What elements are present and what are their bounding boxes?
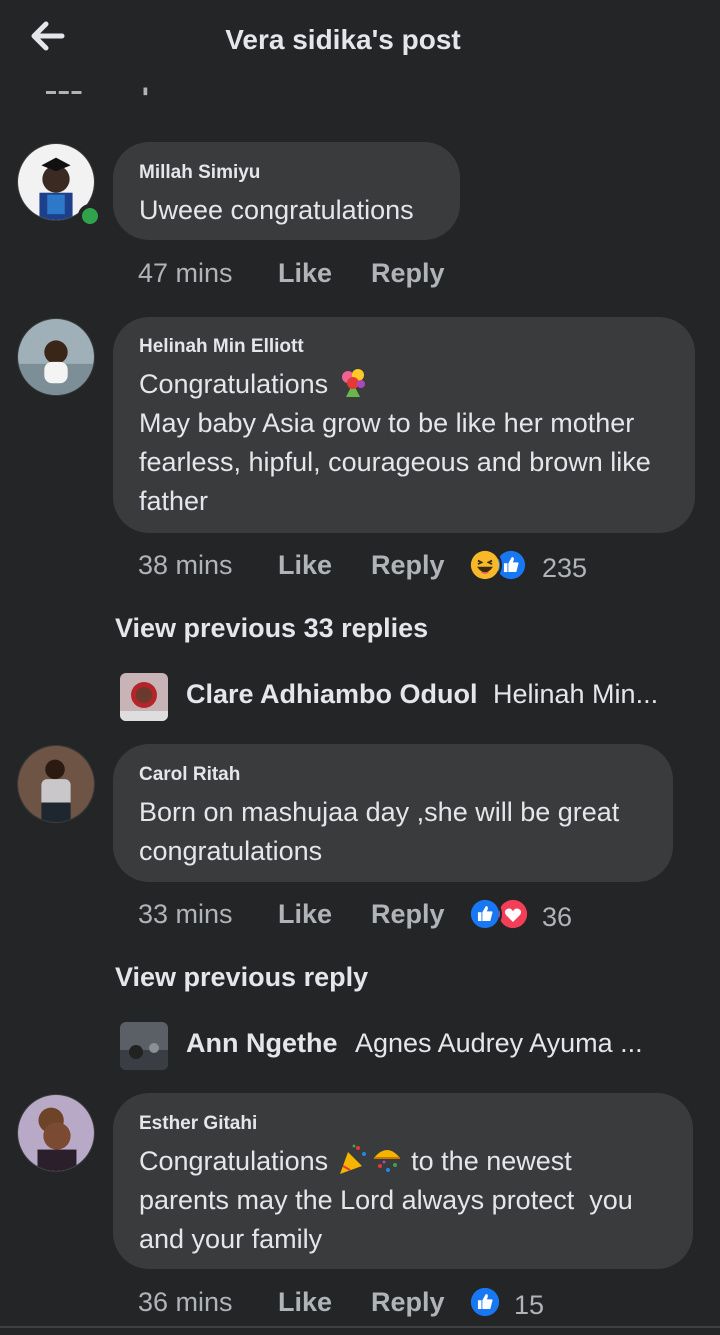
avatar bbox=[120, 1022, 168, 1070]
reply-snippet: Helinah Min... bbox=[493, 679, 659, 709]
comment-text: Congratulations to the newest parents ma… bbox=[139, 1142, 669, 1259]
like-reaction-icon bbox=[468, 897, 502, 931]
comment-text: Born on mashujaa day ,she will be great … bbox=[139, 797, 627, 866]
comment-bubble[interactable]: Millah Simiyu Uweee congratulations bbox=[113, 142, 460, 240]
reaction-summary[interactable]: 15 bbox=[468, 1285, 588, 1320]
page-title: Vera sidika's post bbox=[225, 24, 461, 55]
comment-author[interactable]: Millah Simiyu bbox=[139, 161, 436, 185]
reply-button[interactable]: Reply bbox=[371, 545, 445, 585]
comment-time: 33 mins bbox=[138, 899, 233, 929]
like-button[interactable]: Like bbox=[278, 894, 332, 934]
comment-author[interactable]: Helinah Min Elliott bbox=[139, 335, 671, 359]
avatar bbox=[120, 673, 168, 721]
avatar[interactable] bbox=[17, 745, 95, 823]
party-popper-icon bbox=[336, 1142, 370, 1176]
comment-actions: 33 mins Like Reply 36 bbox=[138, 894, 658, 934]
reaction-count: 235 bbox=[542, 553, 588, 583]
avatar[interactable] bbox=[17, 1094, 95, 1172]
like-reaction-icon bbox=[468, 1285, 502, 1319]
header-bar: Vera sidika's post bbox=[0, 0, 720, 82]
comment-text: Congratulations May baby Asia grow to be… bbox=[139, 365, 671, 521]
comment-author[interactable]: Esther Gitahi bbox=[139, 1112, 669, 1136]
online-status-indicator bbox=[78, 204, 102, 228]
comment-actions: 36 mins Like Reply 15 bbox=[138, 1282, 658, 1322]
reply-button[interactable]: Reply bbox=[371, 253, 445, 293]
reaction-summary[interactable]: 235 bbox=[468, 548, 608, 583]
like-button[interactable]: Like bbox=[278, 253, 332, 293]
like-button[interactable]: Like bbox=[278, 1282, 332, 1322]
comment-author[interactable]: Carol Ritah bbox=[139, 763, 649, 787]
comment-text: Uweee congratulations bbox=[139, 195, 414, 225]
comment-text-line1: Congratulations bbox=[139, 369, 329, 399]
comment-bubble[interactable]: Carol Ritah Born on mashujaa day ,she wi… bbox=[113, 744, 673, 882]
reply-author: Ann Ngethe bbox=[186, 1028, 338, 1058]
reply-button[interactable]: Reply bbox=[371, 1282, 445, 1322]
clipped-comment-remnant: ▬ ▬ ▬ ▮ bbox=[46, 86, 149, 97]
comment-text-rest: May baby Asia grow to be like her mother… bbox=[139, 408, 659, 516]
reaction-count: 15 bbox=[514, 1290, 545, 1320]
reply-snippet: Agnes Audrey Ayuma ... bbox=[355, 1028, 643, 1058]
comment-time: 47 mins bbox=[138, 258, 233, 288]
reply-preview[interactable]: Ann Ngethe Agnes Audrey Ayuma ... bbox=[120, 1022, 680, 1070]
comment-actions: 38 mins Like Reply 235 bbox=[138, 545, 658, 585]
haha-reaction-icon bbox=[468, 548, 502, 582]
bouquet-icon bbox=[336, 365, 370, 399]
comment-bubble[interactable]: Helinah Min Elliott Congratulations May … bbox=[113, 317, 695, 533]
comment-bubble[interactable]: Esther Gitahi Congratulations to the new… bbox=[113, 1093, 693, 1269]
reply-preview[interactable]: Clare Adhiambo Oduol Helinah Min... bbox=[120, 673, 680, 721]
avatar[interactable] bbox=[17, 318, 95, 396]
comment-text-start: Congratulations bbox=[139, 1146, 329, 1176]
like-button[interactable]: Like bbox=[278, 545, 332, 585]
reply-button[interactable]: Reply bbox=[371, 894, 445, 934]
reaction-count: 36 bbox=[542, 902, 573, 932]
comment-time: 36 mins bbox=[138, 1287, 233, 1317]
comment-time: 38 mins bbox=[138, 550, 233, 580]
divider bbox=[0, 1326, 720, 1328]
view-previous-replies-link[interactable]: View previous reply bbox=[115, 962, 368, 993]
view-previous-replies-link[interactable]: View previous 33 replies bbox=[115, 613, 428, 644]
confetti-ball-icon bbox=[370, 1142, 404, 1176]
reaction-summary[interactable]: 36 bbox=[468, 897, 608, 932]
reply-author: Clare Adhiambo Oduol bbox=[186, 679, 478, 709]
comment-actions: 47 mins Like Reply bbox=[138, 253, 658, 293]
